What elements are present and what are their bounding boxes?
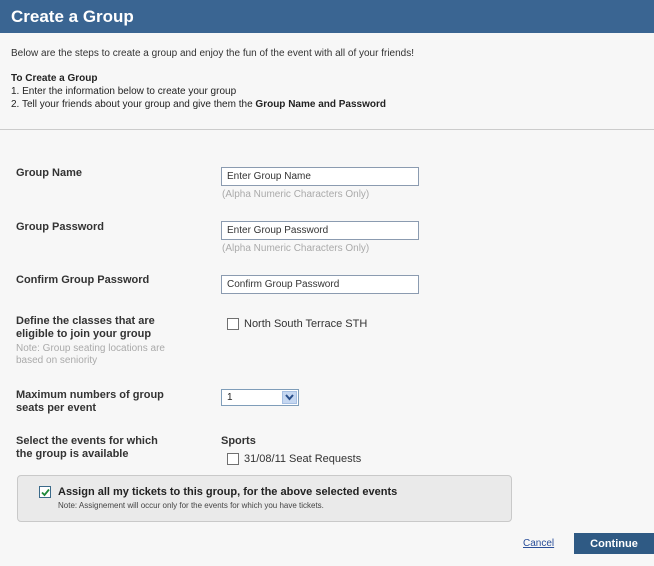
- class-checkbox[interactable]: [227, 318, 239, 330]
- event-option-label: 31/08/11 Seat Requests: [244, 453, 362, 465]
- check-icon: [41, 488, 50, 497]
- assign-tickets-panel: Assign all my tickets to this group, for…: [17, 475, 512, 522]
- max-seats-select[interactable]: 1: [221, 389, 299, 406]
- step-two-emphasis: Group Name and Password: [255, 99, 387, 110]
- events-label-line2: the group is available: [16, 448, 129, 460]
- assign-checkbox[interactable]: [39, 486, 51, 498]
- group-password-hint: (Alpha Numeric Characters Only): [222, 243, 370, 254]
- max-seats-label-line2: seats per event: [16, 402, 97, 414]
- divider: [0, 129, 654, 130]
- group-name-input[interactable]: [221, 167, 419, 186]
- events-label: Select the events for which the group is…: [16, 435, 158, 461]
- classes-label-line1: Define the classes that are: [16, 315, 155, 327]
- step-two-text: 2. Tell your friends about your group an…: [11, 99, 256, 110]
- group-password-label: Group Password: [16, 221, 105, 233]
- classes-note: Note: Group seating locations are based …: [16, 343, 165, 367]
- page-title: Create a Group: [0, 0, 654, 33]
- assign-title: Assign all my tickets to this group, for…: [58, 486, 398, 498]
- classes-note-line2: based on seniority: [16, 355, 98, 366]
- confirm-password-input[interactable]: [221, 275, 419, 294]
- step-one: 1. Enter the information below to create…: [11, 86, 237, 97]
- classes-label: Define the classes that are eligible to …: [16, 315, 155, 341]
- max-seats-label-line1: Maximum numbers of group: [16, 389, 164, 401]
- events-label-line1: Select the events for which: [16, 435, 158, 447]
- class-option-label: North South Terrace STH: [244, 318, 368, 330]
- classes-note-line1: Note: Group seating locations are: [16, 343, 165, 354]
- intro-text: Below are the steps to create a group an…: [11, 48, 415, 59]
- assign-note: Note: Assignement will occur only for th…: [58, 501, 324, 510]
- step-two: 2. Tell your friends about your group an…: [11, 99, 386, 110]
- events-category: Sports: [221, 435, 256, 447]
- continue-button[interactable]: Continue: [574, 533, 654, 554]
- group-name-label: Group Name: [16, 167, 83, 179]
- group-name-hint: (Alpha Numeric Characters Only): [222, 189, 370, 200]
- confirm-password-label: Confirm Group Password: [16, 274, 150, 286]
- group-password-input[interactable]: [221, 221, 419, 240]
- classes-label-line2: eligible to join your group: [16, 328, 152, 340]
- chevron-down-icon[interactable]: [282, 391, 297, 404]
- form-panel: Below are the steps to create a group an…: [0, 33, 654, 566]
- create-group-page: Create a Group Below are the steps to cr…: [0, 0, 654, 566]
- event-checkbox[interactable]: [227, 453, 239, 465]
- max-seats-value: 1: [227, 392, 233, 403]
- steps-title: To Create a Group: [11, 73, 98, 84]
- max-seats-label: Maximum numbers of group seats per event: [16, 389, 164, 415]
- cancel-link[interactable]: Cancel: [523, 538, 554, 549]
